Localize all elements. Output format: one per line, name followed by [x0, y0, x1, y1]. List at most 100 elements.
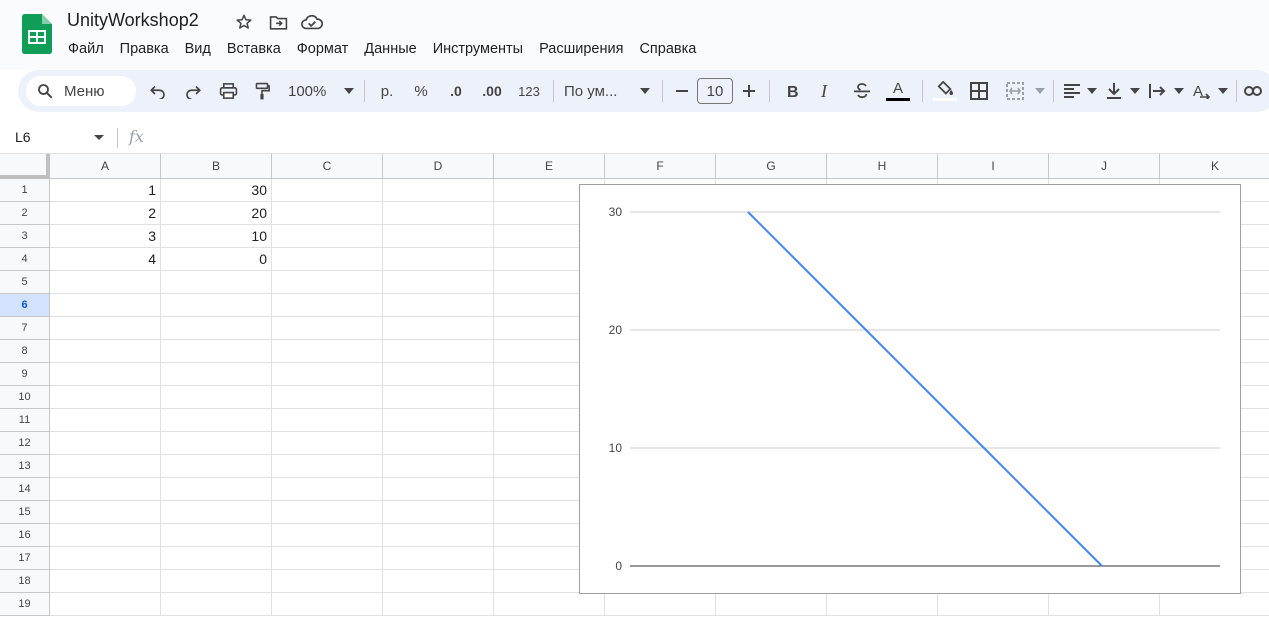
row-header[interactable]: 14 [0, 478, 50, 501]
series-line[interactable] [747, 211, 1103, 567]
chevron-down-icon[interactable] [634, 77, 656, 105]
row-gridline [50, 615, 1269, 616]
zoom-value: 100% [288, 82, 327, 100]
text-rotation-icon[interactable]: A [1186, 77, 1216, 105]
chevron-down-icon[interactable] [1216, 77, 1230, 105]
row-header[interactable]: 16 [0, 524, 50, 547]
redo-icon[interactable] [176, 77, 210, 105]
cell-A1[interactable]: 1 [50, 179, 161, 202]
row-header[interactable]: 8 [0, 340, 50, 363]
insert-link-icon[interactable] [1243, 77, 1263, 105]
minus-icon[interactable] [669, 77, 695, 105]
row-header[interactable]: 10 [0, 386, 50, 409]
select-all-corner[interactable] [0, 154, 50, 179]
y-tick-label: 30 [609, 205, 623, 219]
increase-decimal-button[interactable]: .00 [473, 77, 511, 105]
currency-format-button[interactable]: р. [371, 77, 403, 105]
number-format-button[interactable]: 123 [511, 77, 547, 105]
chevron-down-icon[interactable] [1128, 77, 1142, 105]
column-header[interactable]: F [605, 154, 716, 179]
cell-B1[interactable]: 30 [161, 179, 272, 202]
text-color-swatch [886, 98, 910, 101]
row-header[interactable]: 17 [0, 547, 50, 570]
column-header[interactable]: G [716, 154, 827, 179]
column-header[interactable]: H [827, 154, 938, 179]
text-wrap-icon[interactable] [1142, 77, 1172, 105]
menu-data[interactable]: Данные [356, 39, 424, 59]
print-icon[interactable] [210, 77, 246, 105]
formula-bar: L6 fx [0, 121, 1269, 154]
row-header[interactable]: 15 [0, 501, 50, 524]
paint-format-icon[interactable] [246, 77, 278, 105]
chevron-down-icon[interactable] [1172, 77, 1186, 105]
menu-insert[interactable]: Вставка [219, 39, 289, 59]
row-header[interactable]: 19 [0, 593, 50, 616]
row-header[interactable]: 2 [0, 202, 50, 225]
chevron-down-icon[interactable] [340, 77, 358, 105]
column-header[interactable]: J [1049, 154, 1160, 179]
percent-format-button[interactable]: % [403, 77, 439, 105]
y-tick-label: 10 [609, 441, 623, 455]
chevron-down-icon[interactable] [1033, 77, 1047, 105]
cell-B3[interactable]: 10 [161, 225, 272, 248]
name-box[interactable]: L6 [15, 129, 31, 145]
column-header[interactable]: I [938, 154, 1049, 179]
undo-icon[interactable] [140, 77, 176, 105]
menu-search[interactable]: Меню [26, 76, 136, 106]
menu-help[interactable]: Справка [631, 39, 704, 59]
zoom-select[interactable]: 100% [288, 77, 340, 105]
text-color-button[interactable]: A [880, 77, 916, 105]
column-header[interactable]: B [161, 154, 272, 179]
cloud-status-icon[interactable] [301, 11, 323, 33]
sheets-logo-icon[interactable] [22, 14, 52, 54]
merge-cells-icon[interactable] [997, 77, 1033, 105]
search-icon [38, 84, 53, 99]
borders-icon[interactable] [961, 77, 997, 105]
star-icon[interactable] [233, 11, 255, 33]
row-header[interactable]: 11 [0, 409, 50, 432]
row-header[interactable]: 5 [0, 271, 50, 294]
column-header[interactable]: D [383, 154, 494, 179]
vertical-align-icon[interactable] [1100, 77, 1128, 105]
move-folder-icon[interactable] [267, 11, 289, 33]
menu-view[interactable]: Вид [177, 39, 219, 59]
row-header[interactable]: 12 [0, 432, 50, 455]
row-header[interactable]: 4 [0, 248, 50, 271]
bold-icon[interactable]: B [776, 77, 810, 105]
font-size-input[interactable]: 10 [695, 77, 735, 105]
chevron-down-icon[interactable] [94, 135, 104, 140]
row-header[interactable]: 7 [0, 317, 50, 340]
italic-icon[interactable]: I [810, 77, 844, 105]
cell-B2[interactable]: 20 [161, 202, 272, 225]
cell-B4[interactable]: 0 [161, 248, 272, 271]
plus-icon[interactable] [735, 77, 763, 105]
row-header[interactable]: 9 [0, 363, 50, 386]
fill-color-icon[interactable] [929, 77, 961, 105]
y-tick-label: 0 [615, 559, 622, 573]
cell-A3[interactable]: 3 [50, 225, 161, 248]
document-title[interactable]: UnityWorkshop2 [67, 10, 199, 31]
decrease-decimal-button[interactable]: .0 [439, 77, 473, 105]
row-header[interactable]: 6 [0, 294, 50, 317]
font-select[interactable]: По ум... [560, 77, 634, 105]
cell-A2[interactable]: 2 [50, 202, 161, 225]
row-header[interactable]: 13 [0, 455, 50, 478]
column-header[interactable]: K [1160, 154, 1269, 179]
menu-file[interactable]: Файл [60, 39, 112, 59]
menu-format[interactable]: Формат [289, 39, 357, 59]
column-header[interactable]: E [494, 154, 605, 179]
row-header[interactable]: 18 [0, 570, 50, 593]
cell-A4[interactable]: 4 [50, 248, 161, 271]
column-header[interactable]: C [272, 154, 383, 179]
align-left-icon[interactable] [1060, 77, 1084, 105]
row-header[interactable]: 1 [0, 179, 50, 202]
menu-edit[interactable]: Правка [112, 39, 177, 59]
chevron-down-icon[interactable] [1084, 77, 1100, 105]
formula-input[interactable] [160, 127, 1260, 147]
row-header[interactable]: 3 [0, 225, 50, 248]
column-header[interactable]: A [50, 154, 161, 179]
menu-tools[interactable]: Инструменты [425, 39, 531, 59]
menu-extensions[interactable]: Расширения [531, 39, 631, 59]
strikethrough-icon[interactable] [844, 77, 880, 105]
line-chart[interactable]: 0 10 20 30 [579, 184, 1241, 594]
